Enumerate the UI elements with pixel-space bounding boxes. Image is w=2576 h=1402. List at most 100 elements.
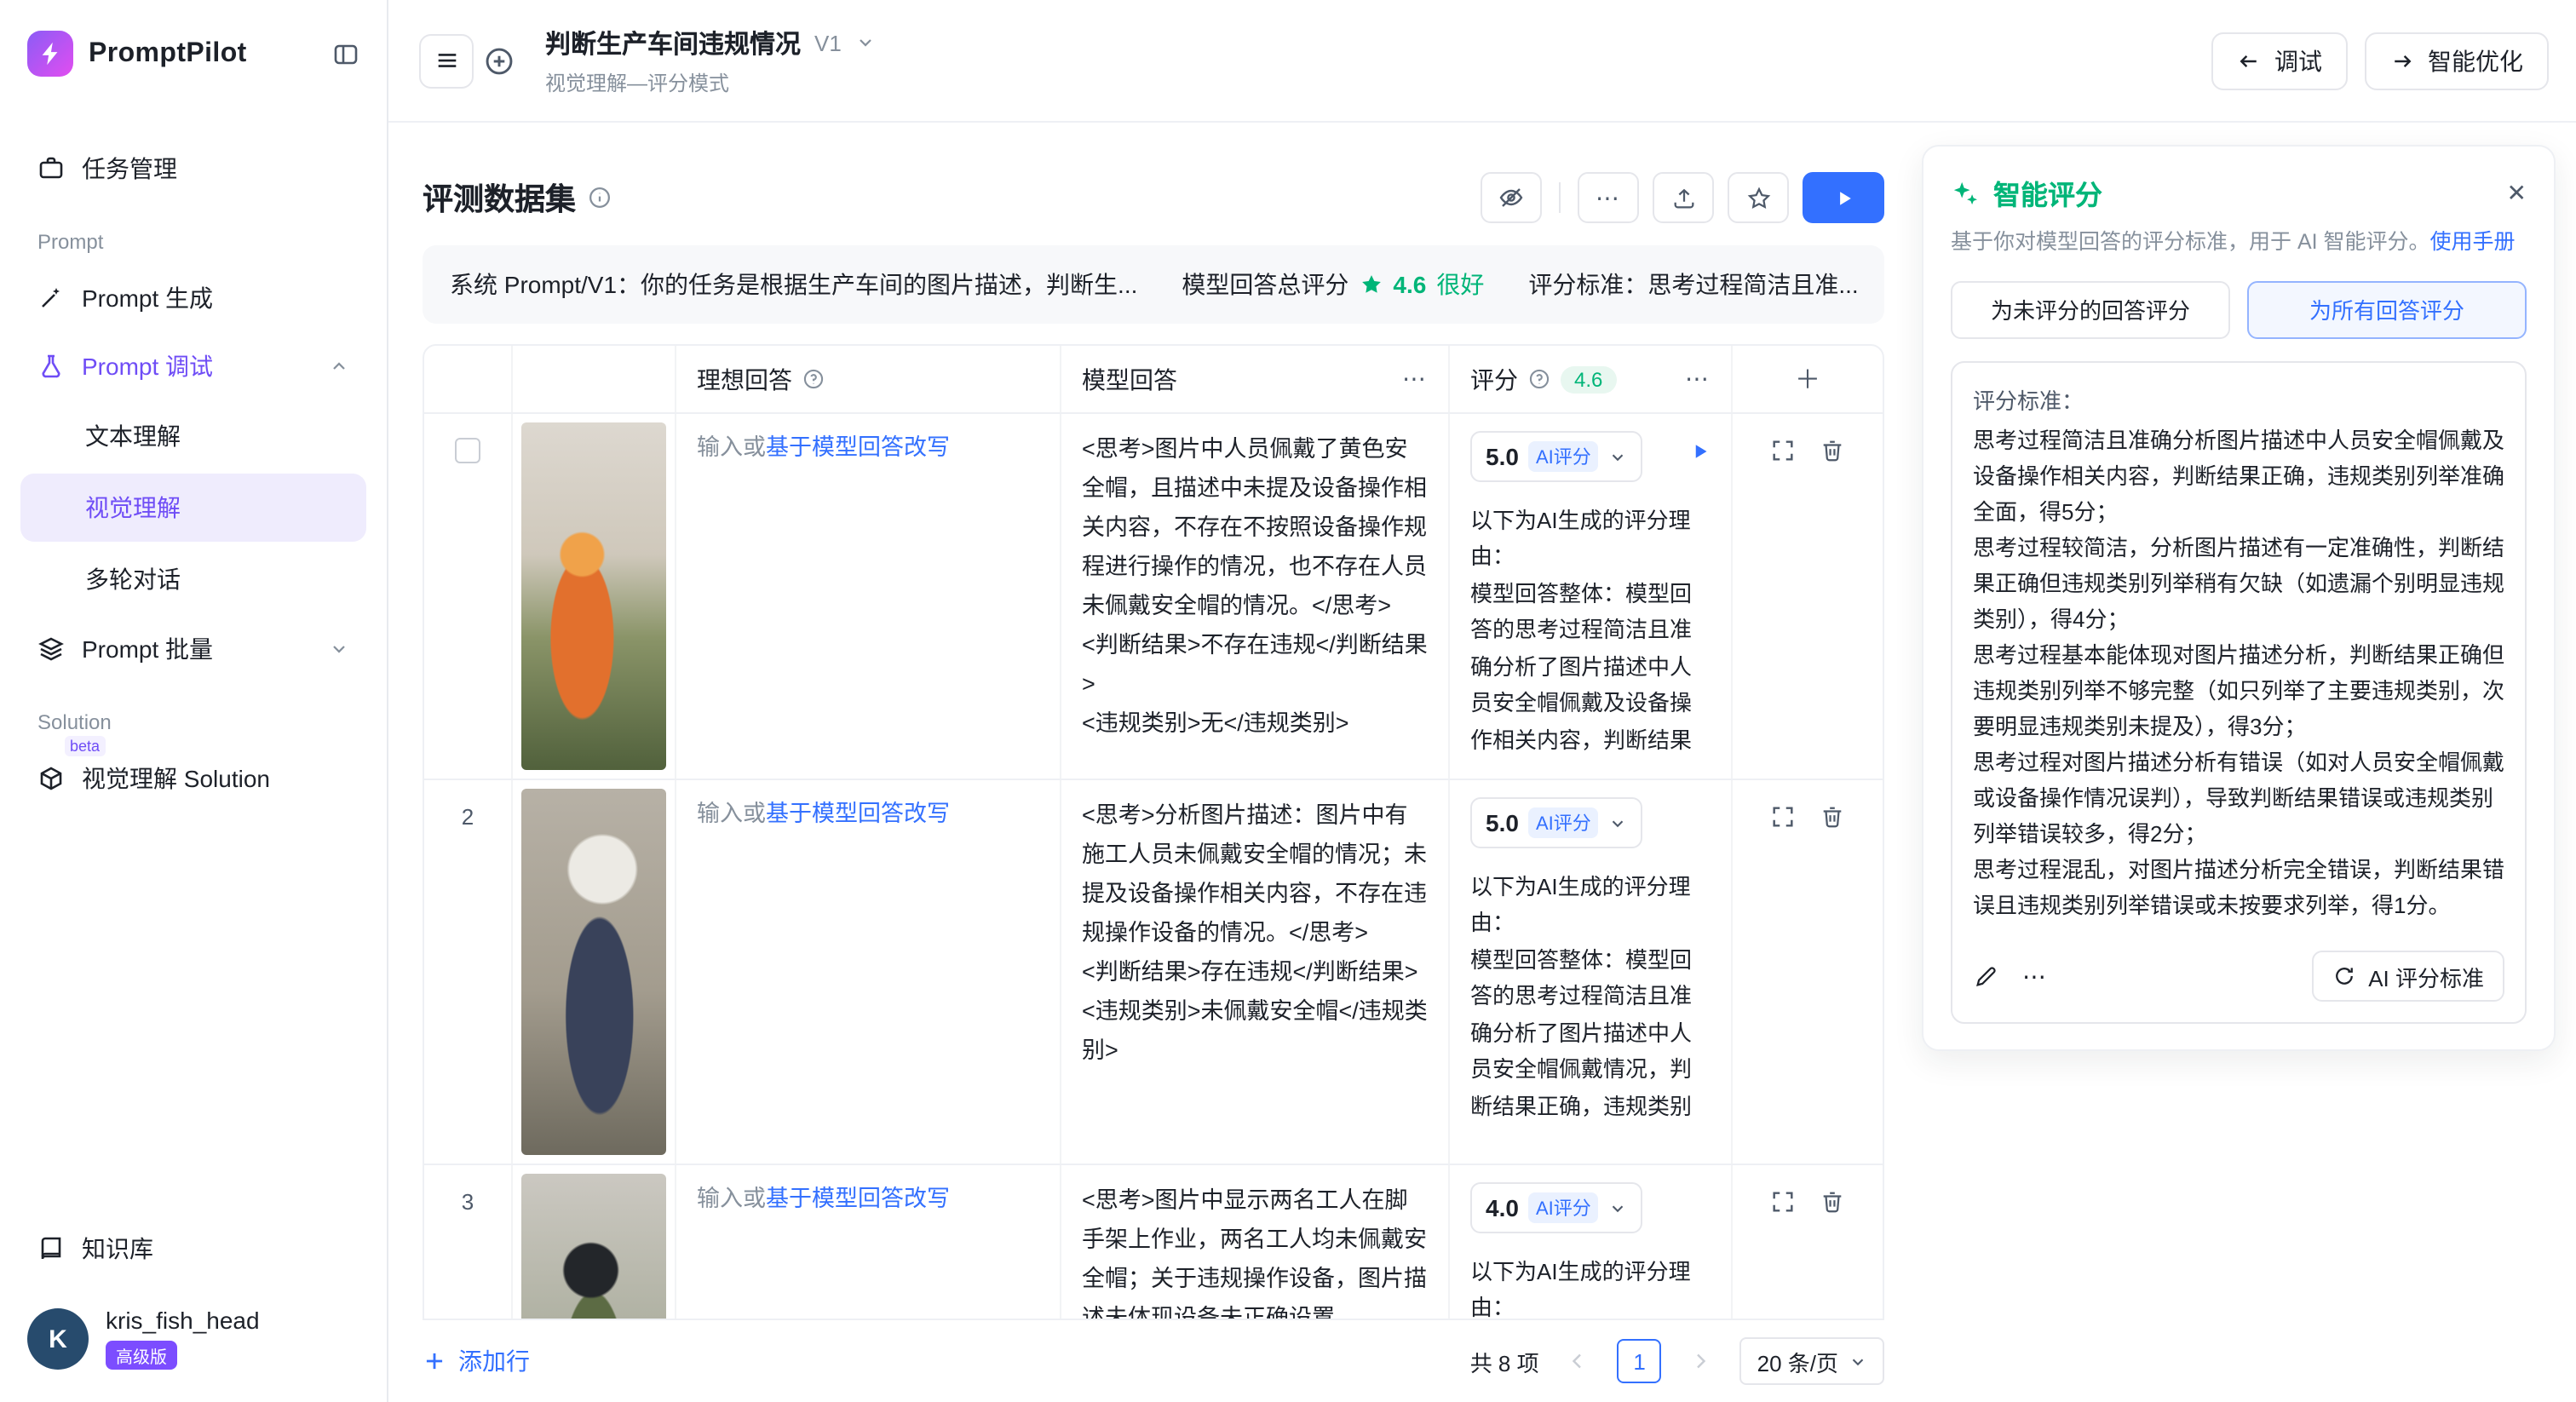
add-row-button[interactable]: 添加行 <box>423 1344 530 1378</box>
more-actions-button[interactable]: ⋯ <box>1578 172 1639 223</box>
add-column-button[interactable]: ＋ <box>1733 346 1883 412</box>
sidebar-item-multi-turn[interactable]: 多轮对话 <box>20 545 366 613</box>
delete-row-icon[interactable] <box>1820 804 1845 1146</box>
upload-icon <box>1670 185 1696 210</box>
delete-row-icon[interactable] <box>1820 438 1845 761</box>
run-all-button[interactable] <box>1803 172 1884 223</box>
model-answer-cell[interactable]: <思考>图片中人员佩戴了黄色安全帽，且描述中未提及设备操作相关内容，不存在不按照… <box>1061 414 1450 779</box>
logo-text: PromptPilot <box>89 38 317 69</box>
help-icon[interactable] <box>1528 368 1550 390</box>
edit-pencil-icon[interactable] <box>1973 963 1998 989</box>
ideal-answer-cell[interactable]: 输入或基于模型回答改写 <box>676 780 1061 1164</box>
score-select[interactable]: 4.0 AI评分 <box>1470 1182 1642 1233</box>
criteria-text[interactable]: 思考过程简洁且准确分析图片描述中人员安全帽佩戴及设备操作相关内容，判断结果正确，… <box>1973 422 2504 934</box>
table-row: 2 输入或基于模型回答改写 <思考>分析图片描述：图片中有施工人员未佩戴安全帽的… <box>424 780 1883 1165</box>
row-image-thumbnail[interactable] <box>521 1174 666 1320</box>
help-icon[interactable] <box>802 368 825 390</box>
row-image-thumbnail[interactable] <box>521 789 666 1155</box>
sidebar-item-visual-understanding[interactable]: 视觉理解 <box>20 474 366 542</box>
plus-icon <box>423 1349 446 1373</box>
sidebar-item-label: Prompt 批量 <box>82 632 213 666</box>
expand-row-icon[interactable] <box>1770 804 1796 1146</box>
system-prompt-summary[interactable]: 系统 Prompt/V1：你的任务是根据生产车间的图片描述，判断生... <box>450 267 1137 302</box>
eye-off-icon <box>1498 184 1525 211</box>
row-image-thumbnail[interactable] <box>521 422 666 770</box>
prev-page-button[interactable] <box>1556 1339 1601 1383</box>
ideal-answer-cell[interactable]: 输入或基于模型回答改写 <box>676 414 1061 779</box>
column-more-icon[interactable]: ⋯ <box>1402 365 1428 394</box>
next-page-button[interactable] <box>1679 1339 1723 1383</box>
version-chevron-down-icon[interactable] <box>855 32 876 53</box>
page-size-select[interactable]: 20 条/页 <box>1740 1337 1884 1385</box>
panel-description-text: 基于你对模型回答的评分标准，用于 AI 智能评分。 <box>1951 230 2430 254</box>
hide-columns-button[interactable] <box>1481 172 1542 223</box>
nav-section-prompt: Prompt <box>20 203 366 264</box>
model-answer-cell[interactable]: <思考>图片中显示两名工人在脚手架上作业，两名工人均未佩戴安全帽；关于违规操作设… <box>1061 1165 1450 1320</box>
row-image-cell <box>513 780 676 1164</box>
more-options-icon[interactable]: ⋯ <box>2022 962 2048 991</box>
user-account[interactable]: K kris_fish_head 高级版 <box>0 1283 387 1402</box>
smart-optimize-button-label: 智能优化 <box>2428 43 2523 78</box>
topbar: 判断生产车间违规情况 V1 视觉理解—评分模式 调试 智能优化 <box>388 0 2576 123</box>
page-size-value: 20 条/页 <box>1757 1345 1838 1377</box>
row-checkbox[interactable] <box>455 438 480 463</box>
row-index: 3 <box>462 1189 474 1320</box>
chevron-down-icon <box>1849 1352 1867 1370</box>
header-score: 评分 4.6 ⋯ <box>1450 346 1733 412</box>
column-label: 模型回答 <box>1082 362 1177 396</box>
score-unscored-button[interactable]: 为未评分的回答评分 <box>1951 281 2230 339</box>
toolbar-divider <box>1559 182 1561 213</box>
sidebar-item-prompt-debug[interactable]: Prompt 调试 <box>20 332 366 400</box>
score-select[interactable]: 5.0 AI评分 <box>1470 797 1642 848</box>
score-select[interactable]: 5.0 AI评分 <box>1470 431 1642 482</box>
sidebar-item-prompt-gen[interactable]: Prompt 生成 <box>20 264 366 332</box>
page-number[interactable]: 1 <box>1618 1339 1662 1383</box>
chevron-down-icon <box>1608 1198 1627 1217</box>
upload-button[interactable] <box>1653 172 1714 223</box>
manual-link[interactable]: 使用手册 <box>2430 230 2516 254</box>
scoring-criteria-box[interactable]: 评分标准： 思考过程简洁且准确分析图片描述中人员安全帽佩戴及设备操作相关内容，判… <box>1951 361 2527 1025</box>
rewrite-from-model-link[interactable]: 基于模型回答改写 <box>766 801 950 826</box>
sidebar-item-tasks[interactable]: 任务管理 <box>20 135 366 203</box>
sidebar-item-prompt-batch[interactable]: Prompt 批量 <box>20 615 366 683</box>
sidebar-collapse-icon[interactable] <box>332 40 359 67</box>
sidebar-item-label: Prompt 调试 <box>82 349 213 383</box>
score-all-button[interactable]: 为所有回答评分 <box>2247 281 2527 339</box>
rewrite-from-model-link[interactable]: 基于模型回答改写 <box>766 1186 950 1211</box>
menu-icon[interactable] <box>419 33 474 88</box>
criteria-summary[interactable]: 评分标准：思考过程简洁且准... <box>1528 267 1858 302</box>
ai-score-reason: 以下为AI生成的评分理由： 模型回答整体：模型回答的思考过程简洁且准确分析了图片… <box>1470 503 1711 758</box>
info-icon[interactable] <box>588 186 612 210</box>
expand-row-icon[interactable] <box>1770 438 1796 761</box>
close-icon[interactable]: ✕ <box>2507 178 2527 207</box>
beta-badge: beta <box>65 736 105 756</box>
favorite-button[interactable] <box>1728 172 1789 223</box>
ai-score-tag: AI评分 <box>1529 441 1598 472</box>
sidebar-item-text-understanding[interactable]: 文本理解 <box>20 402 366 470</box>
star-filled-icon <box>1359 273 1383 296</box>
sidebar-item-knowledge-base[interactable]: 知识库 <box>20 1215 366 1283</box>
expand-row-icon[interactable] <box>1770 1189 1796 1320</box>
score-value: 5.0 <box>1486 809 1519 836</box>
delete-row-icon[interactable] <box>1820 1189 1845 1320</box>
ai-criteria-button[interactable]: AI 评分标准 <box>2312 951 2504 1002</box>
total-score: 模型回答总评分 4.6 很好 <box>1182 267 1484 302</box>
model-answer-text: <思考>图片中显示两名工人在脚手架上作业，两名工人均未佩戴安全帽；关于违规操作设… <box>1082 1182 1428 1320</box>
ai-score-tag: AI评分 <box>1529 1192 1598 1223</box>
panel-description: 基于你对模型回答的评分标准，用于 AI 智能评分。使用手册 <box>1951 227 2527 259</box>
rewrite-from-model-link[interactable]: 基于模型回答改写 <box>766 434 950 460</box>
row-select-cell <box>424 414 513 779</box>
model-answer-cell[interactable]: <思考>分析图片描述：图片中有施工人员未佩戴安全帽的情况；未提及设备操作相关内容… <box>1061 780 1450 1164</box>
row-run-button[interactable] <box>1690 441 1711 462</box>
sidebar-nav: 任务管理 Prompt Prompt 生成 Prompt 调试 文本理解 视觉理… <box>0 94 387 1283</box>
content: 评测数据集 ⋯ <box>388 123 2576 1402</box>
column-more-icon[interactable]: ⋯ <box>1685 365 1711 394</box>
ideal-answer-cell[interactable]: 输入或基于模型回答改写 <box>676 1165 1061 1320</box>
add-circle-icon[interactable] <box>474 35 525 86</box>
debug-button[interactable]: 调试 <box>2211 32 2348 89</box>
score-cell: 5.0 AI评分 以下为AI生成的评分理由： 模型回答整体：模型回答的思考过程简… <box>1450 414 1733 779</box>
smart-optimize-button[interactable]: 智能优化 <box>2365 32 2549 89</box>
ai-score-reason: 以下为AI生成的评分理由： <box>1470 1254 1711 1320</box>
sidebar-item-visual-solution[interactable]: beta 视觉理解 Solution <box>20 744 366 813</box>
page-title: 判断生产车间违规情况 <box>545 25 801 60</box>
